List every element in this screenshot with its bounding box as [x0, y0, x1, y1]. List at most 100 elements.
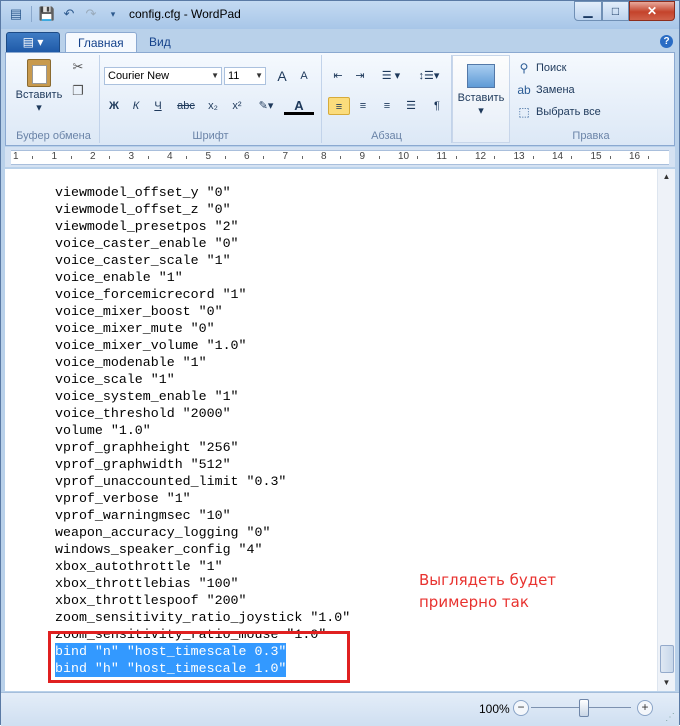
zoom-in-button[interactable]: + — [637, 700, 653, 716]
ruler-tick — [186, 156, 187, 159]
zoom-out-button[interactable]: − — [513, 700, 529, 716]
tab-view[interactable]: Вид — [137, 32, 183, 53]
ruler-tick — [609, 156, 611, 159]
text-line: windows_speaker_config "4" — [55, 542, 263, 557]
replace-button[interactable]: ab Замена — [516, 83, 574, 97]
minimize-icon: ▁ — [583, 4, 593, 18]
shrink-font-button[interactable]: A — [294, 67, 314, 85]
font-size-select[interactable]: 11 ▼ — [224, 67, 266, 85]
find-button[interactable]: ⚲ Поиск — [516, 61, 567, 75]
bullet-list-button[interactable]: ☰ ▾ — [374, 67, 408, 85]
ruler-tick — [532, 156, 534, 159]
underline-button[interactable]: Ч — [148, 97, 168, 115]
insert-button[interactable]: Вставить ▾ — [455, 60, 507, 117]
annotation-line: примерно так — [419, 593, 529, 611]
scroll-up-icon[interactable]: ▲ — [658, 169, 675, 185]
strikethrough-button[interactable]: abc — [172, 97, 200, 115]
font-family-select[interactable]: Courier New ▼ — [104, 67, 222, 85]
clipboard-group: Вставить ▾ ✂ ❐ Буфер обмена — [8, 55, 100, 143]
picture-icon — [467, 64, 495, 88]
paragraph-settings-button[interactable]: ¶ — [426, 97, 448, 115]
ruler-tick — [340, 156, 341, 159]
ruler-number: 1 — [13, 151, 19, 162]
binoculars-icon: ⚲ — [519, 61, 529, 75]
text-line: xbox_autothrottle "1" — [55, 559, 223, 574]
text-line: viewmodel_presetpos "2" — [55, 219, 239, 234]
title-bar[interactable]: ▤ 💾 ↶ ↷ ▾ config.cfg - WordPad ▁ □ ✕ — [1, 1, 679, 29]
increase-indent-button[interactable]: ⇥ — [350, 67, 370, 85]
text-line: xbox_throttlespoof "200" — [55, 593, 247, 608]
font-family-value: Courier New — [108, 70, 170, 82]
minimize-button[interactable]: ▁ — [574, 1, 602, 21]
line-spacing-button[interactable]: ↕☰▾ — [412, 67, 446, 85]
maximize-icon: □ — [611, 4, 620, 18]
align-left-button[interactable]: ≡ — [328, 97, 350, 115]
paste-button[interactable]: Вставить ▾ — [14, 59, 64, 114]
copy-icon[interactable]: ❐ — [70, 83, 86, 99]
clipboard-icon — [27, 59, 51, 87]
align-right-icon: ≡ — [383, 100, 391, 112]
scroll-down-icon[interactable]: ▼ — [658, 675, 675, 691]
ruler-tick — [263, 156, 264, 159]
paragraph-group: ⇤ ⇥ ☰ ▾ ↕☰▾ ≡ ≡ ≡ ☰ ¶ Абзац — [322, 55, 452, 143]
resize-grip-icon[interactable]: ⋰ — [665, 712, 675, 723]
annotation-line: Выглядеть будет — [419, 571, 557, 589]
close-button[interactable]: ✕ — [629, 1, 675, 21]
undo-icon[interactable]: ↶ — [60, 5, 78, 23]
justify-icon: ☰ — [406, 100, 416, 112]
line-spacing-icon: ↕☰▾ — [418, 70, 440, 82]
vertical-scrollbar[interactable]: ▲ ▼ — [657, 169, 675, 691]
bold-button[interactable]: Ж — [104, 97, 124, 115]
ruler-track: 1 1 2 3 4 5 6 7 8 9 10 11 12 13 14 15 16 — [11, 150, 669, 165]
text-line: voice_modenable "1" — [55, 355, 207, 370]
font-color-icon: A — [294, 98, 304, 113]
highlighter-icon: ✎▾ — [258, 100, 274, 112]
text-line: voice_mixer_volume "1.0" — [55, 338, 247, 353]
scroll-thumb[interactable] — [660, 645, 674, 673]
font-group-label: Шрифт — [192, 130, 229, 142]
cut-icon[interactable]: ✂ — [70, 59, 86, 75]
select-all-button[interactable]: ⬚ Выбрать все — [516, 105, 600, 119]
text-line: voice_threshold "2000" — [55, 406, 231, 421]
edit-group: ⚲ Поиск ab Замена ⬚ Выбрать все Правка — [510, 55, 672, 143]
save-icon[interactable]: 💾 — [38, 5, 56, 23]
highlight-button[interactable]: ✎▾ — [252, 97, 280, 115]
text-line: voice_scale "1" — [55, 372, 175, 387]
tab-home[interactable]: Главная — [65, 32, 137, 54]
document-area[interactable]: viewmodel_offset_y "0" viewmodel_offset_z… — [5, 169, 657, 691]
superscript-button[interactable]: x² — [226, 97, 248, 115]
text-line: vprof_warningmsec "10" — [55, 508, 231, 523]
italic-button[interactable]: К — [126, 97, 146, 115]
align-left-icon: ≡ — [335, 101, 343, 113]
align-right-button[interactable]: ≡ — [376, 97, 398, 115]
subscript-button[interactable]: x₂ — [202, 97, 224, 115]
ribbon-panel: Вставить ▾ ✂ ❐ Буфер обмена Courier New … — [5, 52, 675, 146]
maximize-button[interactable]: □ — [602, 1, 629, 21]
redo-icon[interactable]: ↷ — [82, 5, 100, 23]
increase-indent-icon: ⇥ — [355, 70, 365, 82]
zoom-slider-thumb[interactable] — [579, 699, 589, 717]
font-color-button[interactable]: A — [284, 97, 314, 115]
document-text[interactable]: viewmodel_offset_y "0" viewmodel_offset_z… — [55, 184, 350, 677]
app-menu-button[interactable]: ▤ ▾ — [6, 32, 60, 53]
qat-separator — [31, 6, 32, 22]
ruler-number: 9 — [359, 151, 366, 162]
help-icon[interactable]: ? — [660, 35, 673, 48]
decrease-indent-button[interactable]: ⇤ — [328, 67, 348, 85]
ruler-number: 15 — [590, 151, 602, 162]
text-line: voice_enable "1" — [55, 270, 183, 285]
select-all-icon: ⬚ — [518, 105, 530, 119]
chevron-down-icon[interactable]: ▾ — [104, 5, 122, 23]
edit-group-label: Правка — [572, 130, 610, 142]
justify-button[interactable]: ☰ — [400, 97, 422, 115]
grow-font-button[interactable]: A — [272, 67, 292, 85]
ruler-tick — [571, 156, 572, 159]
ruler[interactable]: 1 1 2 3 4 5 6 7 8 9 10 11 12 13 14 15 16 — [5, 147, 675, 167]
shrink-font-icon: A — [300, 70, 308, 82]
text-line: voice_mixer_mute "0" — [55, 321, 215, 336]
grow-font-icon: A — [277, 68, 287, 84]
insert-group: Вставить ▾ — [452, 55, 510, 143]
ruler-tick — [455, 156, 457, 159]
ruler-tick — [417, 156, 418, 159]
align-center-button[interactable]: ≡ — [352, 97, 374, 115]
